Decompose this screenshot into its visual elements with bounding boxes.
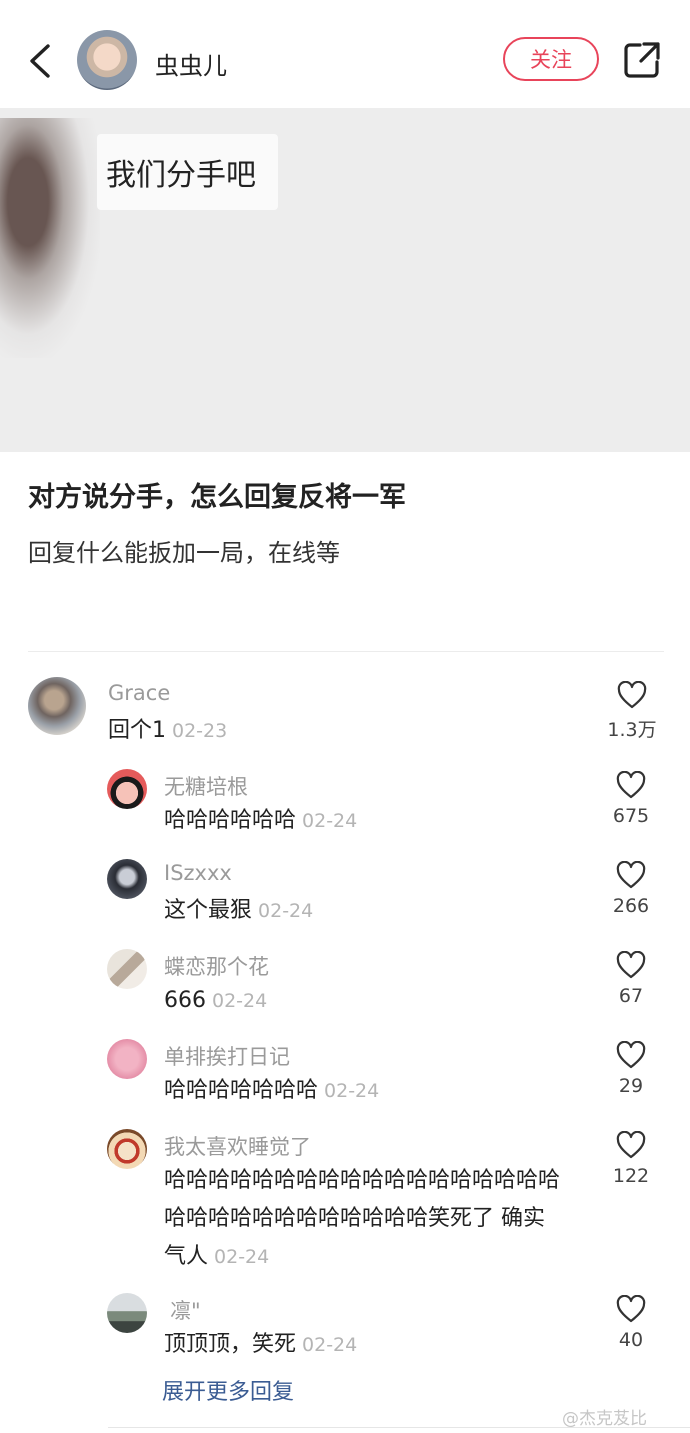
heart-icon [616,1131,646,1159]
heart-icon [616,861,646,889]
share-icon[interactable] [622,40,662,80]
comment-text[interactable]: 顶顶顶，笑死 02-24 [164,1326,357,1364]
like-button[interactable]: 67 [600,951,662,1007]
like-button[interactable]: 40 [600,1295,662,1351]
comment-line: 哈哈哈哈哈哈哈哈哈哈哈哈笑死了 确实 [164,1206,545,1231]
commenter-avatar[interactable] [107,1129,147,1169]
like-count: 675 [612,805,650,827]
author-username[interactable]: 虫虫儿 [155,46,227,81]
comment-text[interactable]: 666 02-24 [164,982,267,1020]
heart-icon [616,771,646,799]
commenter-name[interactable]: 蝶恋那个花 [164,951,269,981]
heart-icon [617,681,647,709]
like-count: 122 [612,1165,650,1187]
message-bubble: 我们分手吧 [97,134,278,210]
like-button[interactable]: 675 [600,771,662,827]
like-button[interactable]: 266 [600,861,662,917]
author-avatar[interactable] [77,30,137,90]
comment-text[interactable]: 哈哈哈哈哈哈 02-24 [164,802,357,840]
comment-body: 666 [164,988,206,1013]
show-more-replies-link[interactable]: 展开更多回复 [162,1374,294,1406]
top-bar: 虫虫儿 关注 [0,0,690,108]
comment-text[interactable]: 回个1 02-23 [108,712,227,750]
commenter-name[interactable]: 我太喜欢睡觉了 [164,1131,311,1161]
commenter-avatar[interactable] [107,769,147,809]
comment-body: 这个最狠 [164,898,253,923]
comment-date: 02-24 [324,1080,380,1102]
like-count: 29 [618,1075,644,1097]
comment-text[interactable]: 这个最狠 02-24 [164,892,313,930]
comment-text[interactable]: 哈哈哈哈哈哈哈 02-24 [164,1072,379,1110]
like-count: 266 [612,895,650,917]
comment-date: 02-24 [212,990,268,1012]
commenter-name[interactable]: Grace [108,681,170,705]
like-count: 40 [618,1329,644,1351]
like-button[interactable]: 122 [600,1131,662,1187]
post-description: 回复什么能扳加一局，在线等 [28,539,340,567]
post-image[interactable]: 我们分手吧 [0,108,690,452]
heart-icon [616,951,646,979]
commenter-avatar[interactable] [107,949,147,989]
like-button[interactable]: 29 [600,1041,662,1097]
commenter-avatar[interactable] [107,1039,147,1079]
comment-text[interactable]: 哈哈哈哈哈哈哈哈哈哈哈哈哈哈哈哈哈哈 哈哈哈哈哈哈哈哈哈哈哈哈笑死了 确实 气人… [164,1162,604,1276]
comment-line: 哈哈哈哈哈哈哈哈哈哈哈哈哈哈哈哈哈哈 [164,1168,561,1193]
post-title: 对方说分手，怎么回复反将一军 [28,482,406,513]
comment-body: 哈哈哈哈哈哈 [164,808,297,833]
comment-body: 回个1 [108,718,166,743]
like-count: 67 [618,985,644,1007]
commenter-avatar[interactable] [107,859,147,899]
comment-date: 02-23 [172,720,228,742]
back-arrow-icon[interactable] [22,38,62,84]
commenter-name[interactable]: 凛" [170,1295,201,1325]
heart-icon [616,1041,646,1069]
commenter-avatar[interactable] [28,677,86,735]
watermark: @杰克芨比 [562,1409,647,1429]
like-count: 1.3万 [607,719,657,741]
divider [28,651,664,652]
commenter-avatar[interactable] [107,1293,147,1333]
commenter-name[interactable]: 单排挨打日记 [164,1041,290,1071]
like-button[interactable]: 1.3万 [592,681,672,742]
comment-body: 顶顶顶，笑死 [164,1332,297,1357]
comment-date: 02-24 [302,810,358,832]
comment-date: 02-24 [214,1246,270,1268]
comment-date: 02-24 [258,900,314,922]
comment-date: 02-24 [302,1334,358,1356]
follow-button[interactable]: 关注 [503,37,599,81]
blurred-avatar-area [0,118,100,358]
commenter-name[interactable]: ISzxxx [164,861,232,885]
commenter-name[interactable]: 无糖培根 [164,771,248,801]
heart-icon [616,1295,646,1323]
comment-body: 哈哈哈哈哈哈哈 [164,1078,319,1103]
comment-line: 气人 [164,1244,209,1269]
